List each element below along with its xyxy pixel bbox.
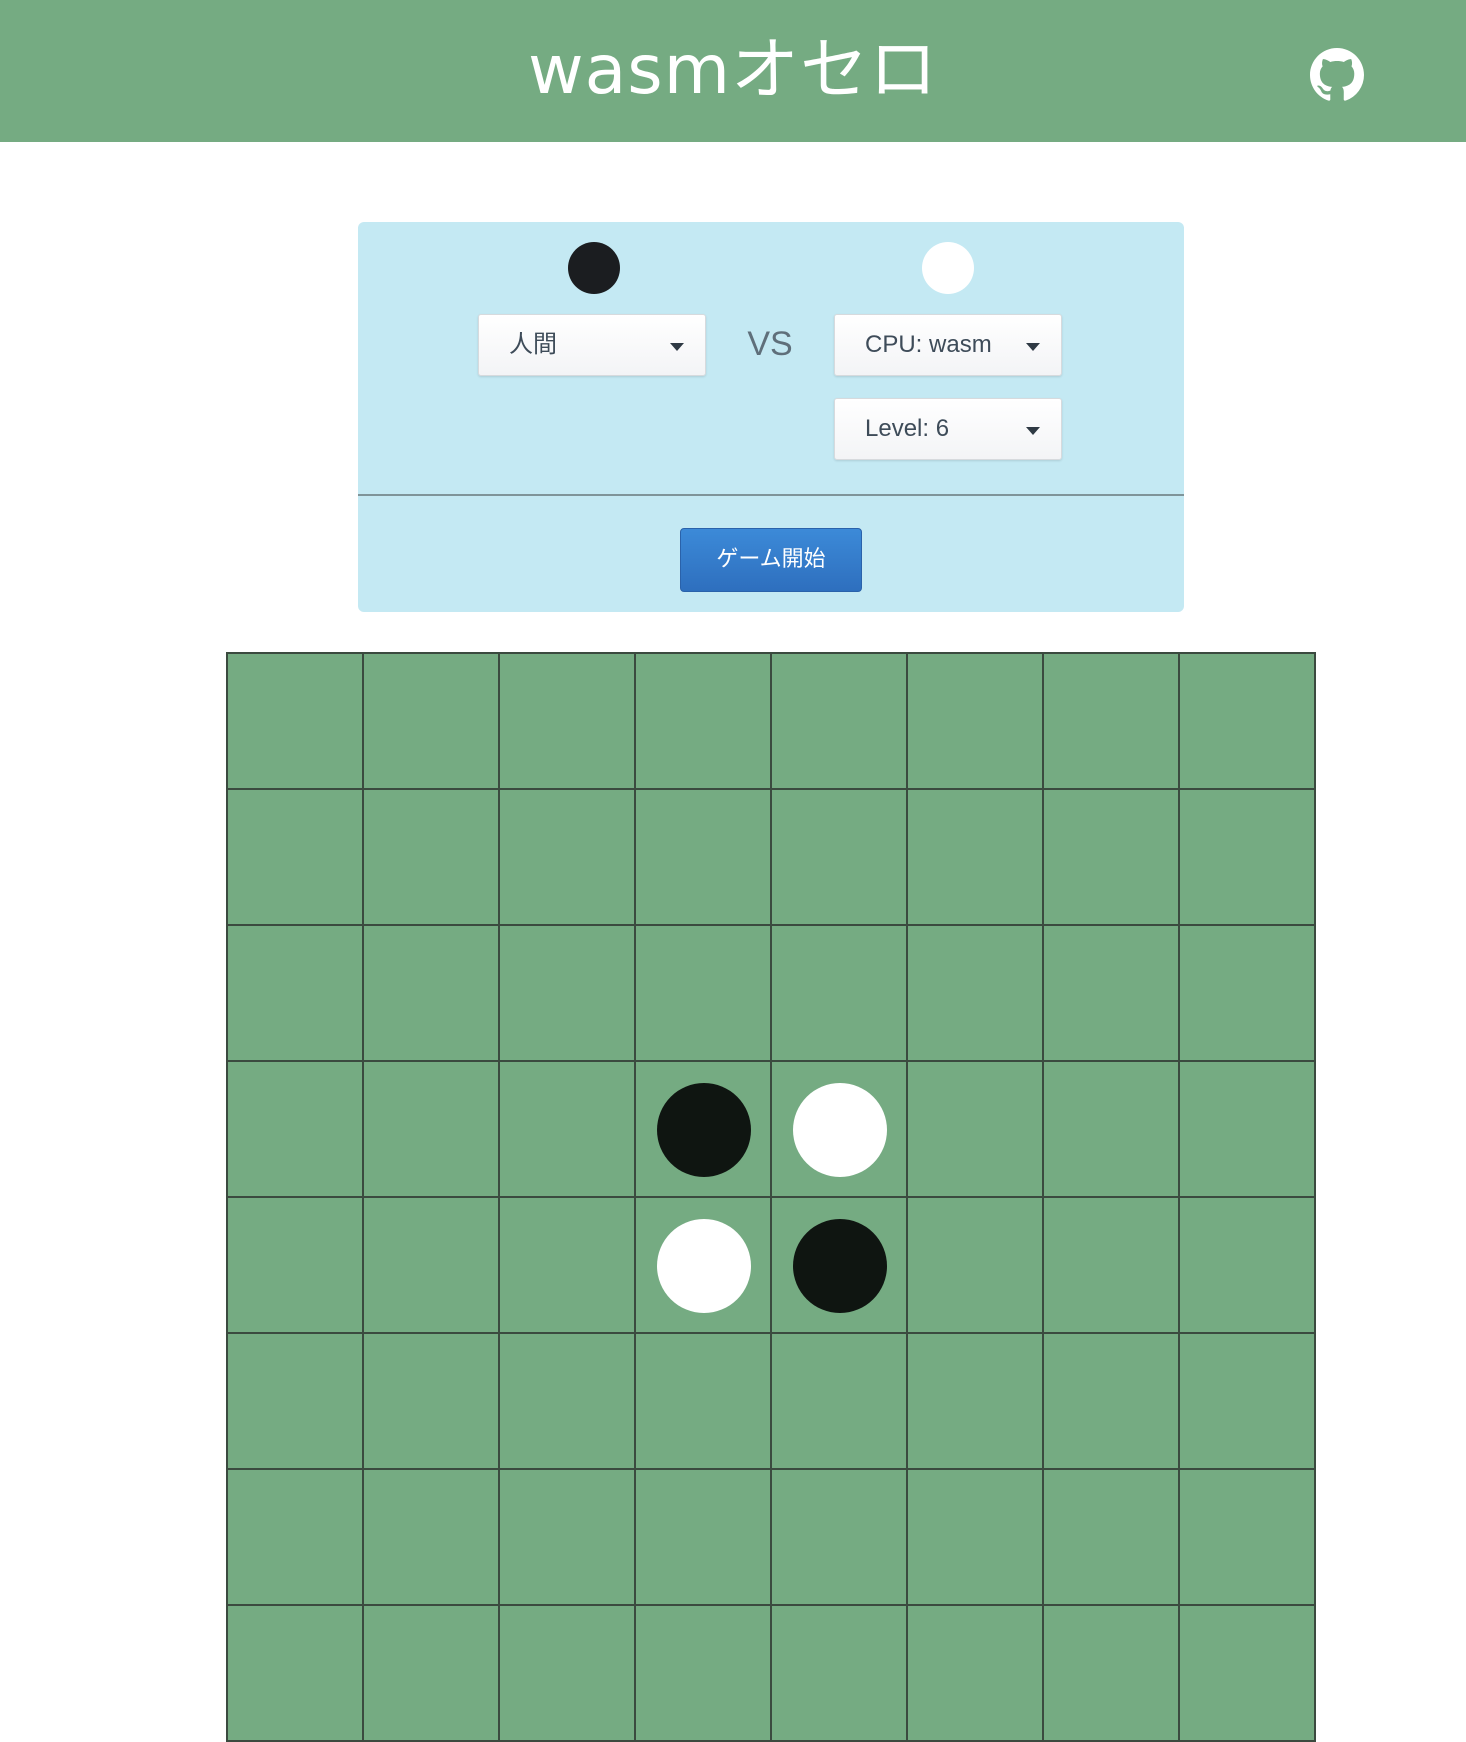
- othello-board: [226, 652, 1316, 1742]
- board-cell[interactable]: [500, 654, 636, 790]
- board-cell[interactable]: [364, 1062, 500, 1198]
- cpu-level-select[interactable]: Level: 6: [834, 398, 1062, 460]
- black-disc: [657, 1083, 751, 1177]
- board-cell[interactable]: [908, 1334, 1044, 1470]
- board-cell[interactable]: [772, 790, 908, 926]
- app-title: wasmオセロ: [528, 31, 938, 110]
- board-cell[interactable]: [228, 654, 364, 790]
- board-cell[interactable]: [228, 1470, 364, 1606]
- board-cell[interactable]: [1180, 654, 1316, 790]
- board-cell[interactable]: [228, 1062, 364, 1198]
- board-cell[interactable]: [1180, 1062, 1316, 1198]
- board-cell[interactable]: [1044, 1606, 1180, 1742]
- board-cell[interactable]: [908, 654, 1044, 790]
- white-player-select[interactable]: CPU: wasm: [834, 314, 1062, 376]
- white-stone-indicator: [922, 242, 974, 294]
- board-cell[interactable]: [1180, 1470, 1316, 1606]
- board-cell[interactable]: [1180, 1198, 1316, 1334]
- board-cell[interactable]: [228, 1198, 364, 1334]
- board-cell[interactable]: [364, 654, 500, 790]
- board-cell[interactable]: [364, 790, 500, 926]
- board-cell[interactable]: [1044, 1062, 1180, 1198]
- panel-divider: [358, 494, 1184, 496]
- board-cell[interactable]: [636, 1062, 772, 1198]
- board-cell[interactable]: [1044, 790, 1180, 926]
- black-player-select-value: 人間: [509, 331, 557, 358]
- board-cell[interactable]: [908, 790, 1044, 926]
- white-disc: [793, 1083, 887, 1177]
- board-cell[interactable]: [908, 1198, 1044, 1334]
- board-cell[interactable]: [772, 1062, 908, 1198]
- board-cell[interactable]: [636, 1470, 772, 1606]
- board-cell[interactable]: [1180, 790, 1316, 926]
- board-cell[interactable]: [908, 926, 1044, 1062]
- board-cell[interactable]: [772, 926, 908, 1062]
- board-cell[interactable]: [228, 926, 364, 1062]
- board-cell[interactable]: [500, 1606, 636, 1742]
- board-cell[interactable]: [1044, 1334, 1180, 1470]
- board-cell[interactable]: [364, 1334, 500, 1470]
- board-cell[interactable]: [1044, 1470, 1180, 1606]
- caret-down-icon: [1026, 427, 1040, 435]
- board-cell[interactable]: [636, 790, 772, 926]
- board-cell[interactable]: [772, 1334, 908, 1470]
- caret-down-icon: [670, 343, 684, 351]
- board-cell[interactable]: [364, 926, 500, 1062]
- board-cell[interactable]: [636, 926, 772, 1062]
- board-cell[interactable]: [908, 1470, 1044, 1606]
- board-cell[interactable]: [1180, 1334, 1316, 1470]
- white-disc: [657, 1219, 751, 1313]
- board-cell[interactable]: [1044, 926, 1180, 1062]
- caret-down-icon: [1026, 343, 1040, 351]
- board-cell[interactable]: [364, 1198, 500, 1334]
- board-cell[interactable]: [772, 654, 908, 790]
- board-cell[interactable]: [500, 1334, 636, 1470]
- game-settings-panel: 人間 VS CPU: wasm Level: 6 ゲーム開始: [358, 222, 1184, 612]
- vs-label: VS: [747, 325, 793, 363]
- board-cell[interactable]: [636, 654, 772, 790]
- github-icon[interactable]: [1310, 48, 1364, 102]
- board-cell[interactable]: [364, 1606, 500, 1742]
- black-player-select[interactable]: 人間: [478, 314, 706, 376]
- board-cell[interactable]: [364, 1470, 500, 1606]
- app-header: wasmオセロ: [0, 0, 1466, 142]
- board-cell[interactable]: [772, 1606, 908, 1742]
- board-cell[interactable]: [500, 926, 636, 1062]
- board-cell[interactable]: [772, 1470, 908, 1606]
- black-stone-indicator: [568, 242, 620, 294]
- board-cell[interactable]: [500, 790, 636, 926]
- board-cell[interactable]: [228, 1606, 364, 1742]
- white-player-select-value: CPU: wasm: [865, 331, 992, 358]
- black-disc: [793, 1219, 887, 1313]
- board-cell[interactable]: [908, 1606, 1044, 1742]
- board-cell[interactable]: [500, 1470, 636, 1606]
- board-cell[interactable]: [1044, 1198, 1180, 1334]
- cpu-level-select-value: Level: 6: [865, 415, 950, 442]
- board-cell[interactable]: [228, 790, 364, 926]
- start-game-button[interactable]: ゲーム開始: [680, 528, 862, 592]
- board-cell[interactable]: [636, 1334, 772, 1470]
- board-cell[interactable]: [636, 1198, 772, 1334]
- board-cell[interactable]: [772, 1198, 908, 1334]
- board-cell[interactable]: [228, 1334, 364, 1470]
- board-cell[interactable]: [500, 1062, 636, 1198]
- board-cell[interactable]: [1044, 654, 1180, 790]
- board-cell[interactable]: [1180, 1606, 1316, 1742]
- board-cell[interactable]: [636, 1606, 772, 1742]
- board-cell[interactable]: [1180, 926, 1316, 1062]
- board-cell[interactable]: [500, 1198, 636, 1334]
- board-cell[interactable]: [908, 1062, 1044, 1198]
